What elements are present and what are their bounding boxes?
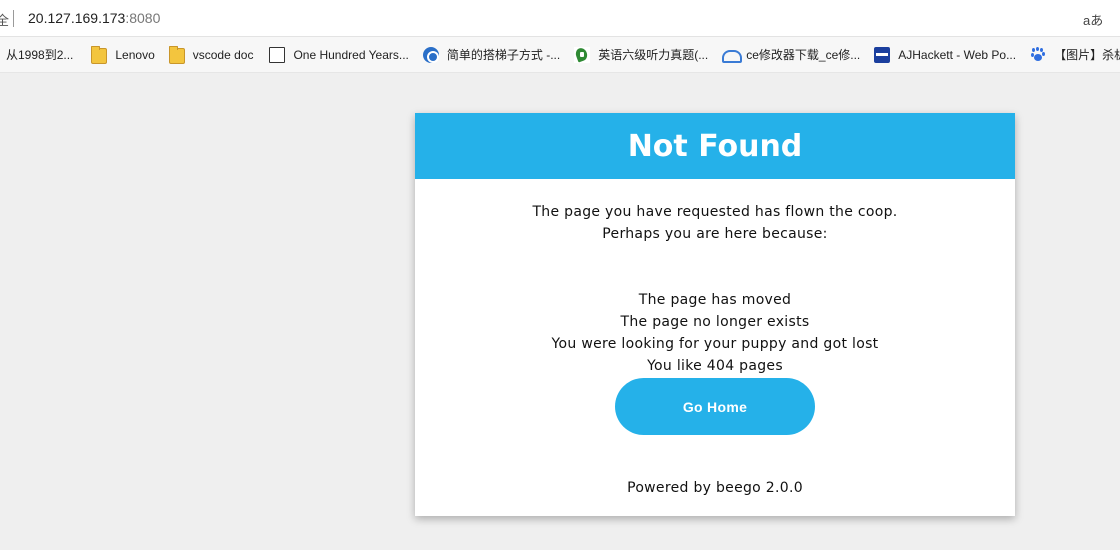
reasons-list: The page has moved The page no longer ex… (415, 245, 1015, 377)
browser-address-bar[interactable]: 全 20.127.169.173:8080 aあ (0, 0, 1120, 37)
url-field[interactable]: 20.127.169.173:8080 (28, 10, 160, 26)
url-port: :8080 (125, 10, 161, 26)
reason-item: The page no longer exists (620, 314, 810, 330)
bookmark-item[interactable]: AJHackett - Web Po... (868, 42, 1024, 68)
url-host: 20.127.169.173 (28, 10, 126, 26)
bookmark-label: Lenovo (115, 47, 155, 62)
intro-text: The page you have requested has flown th… (415, 179, 1015, 245)
site-icon (874, 46, 891, 63)
reason-item: You were looking for your puppy and got … (551, 336, 879, 352)
bookmark-folder-vscode-doc[interactable]: vscode doc (163, 42, 262, 68)
bookmark-label: AJHackett - Web Po... (898, 47, 1017, 62)
powered-by-footer: Powered by beego 2.0.0 (627, 480, 803, 496)
site-icon (574, 46, 591, 63)
bookmark-label: 简单的搭梯子方式 -... (446, 48, 561, 62)
bookmark-item[interactable]: ce修改器下载_ce修... (716, 42, 868, 68)
read-aloud-button[interactable]: aあ (1083, 10, 1103, 29)
reason-item: You like 404 pages (647, 358, 783, 374)
bookmark-item[interactable]: One Hundred Years... (261, 42, 416, 68)
go-home-button[interactable]: Go Home (615, 378, 815, 435)
bookmarks-bar: 从1998到2... Lenovo vscode doc One Hundred… (0, 37, 1120, 73)
folder-icon (91, 46, 108, 64)
page-title: Not Found (627, 128, 803, 164)
intro-line: Perhaps you are here because: (602, 226, 828, 242)
address-left-glyph: 全 (0, 14, 10, 29)
intro-line: The page you have requested has flown th… (532, 204, 898, 220)
bookmark-label: ce修改器下载_ce修... (746, 48, 861, 62)
page-icon (269, 46, 286, 63)
bookmark-label: vscode doc (192, 47, 254, 62)
card-body: The page you have requested has flown th… (415, 179, 1015, 496)
site-icon (422, 46, 439, 63)
bookmark-folder-lenovo[interactable]: Lenovo (85, 42, 162, 68)
bookmark-label: 英语六级听力真题(... (598, 48, 709, 62)
reason-item: The page has moved (638, 292, 792, 308)
bookmark-item[interactable]: 英语六级听力真题(... (568, 42, 716, 68)
bookmark-item[interactable]: 简单的搭梯子方式 -... (417, 42, 568, 68)
bookmark-item[interactable]: 从1998到2... (0, 42, 81, 68)
card-header: Not Found (415, 113, 1015, 179)
bookmark-label: 【图片】杀机 (1054, 48, 1120, 62)
bookmark-label: One Hundred Years... (293, 47, 409, 62)
not-found-card: Not Found The page you have requested ha… (415, 113, 1015, 516)
bookmark-item[interactable]: 【图片】杀机 (1024, 42, 1120, 68)
site-icon (722, 47, 743, 63)
bookmark-label: 从1998到2... (6, 48, 74, 62)
baidu-paw-icon (1030, 47, 1046, 63)
folder-icon (168, 46, 185, 64)
address-divider (13, 10, 14, 27)
